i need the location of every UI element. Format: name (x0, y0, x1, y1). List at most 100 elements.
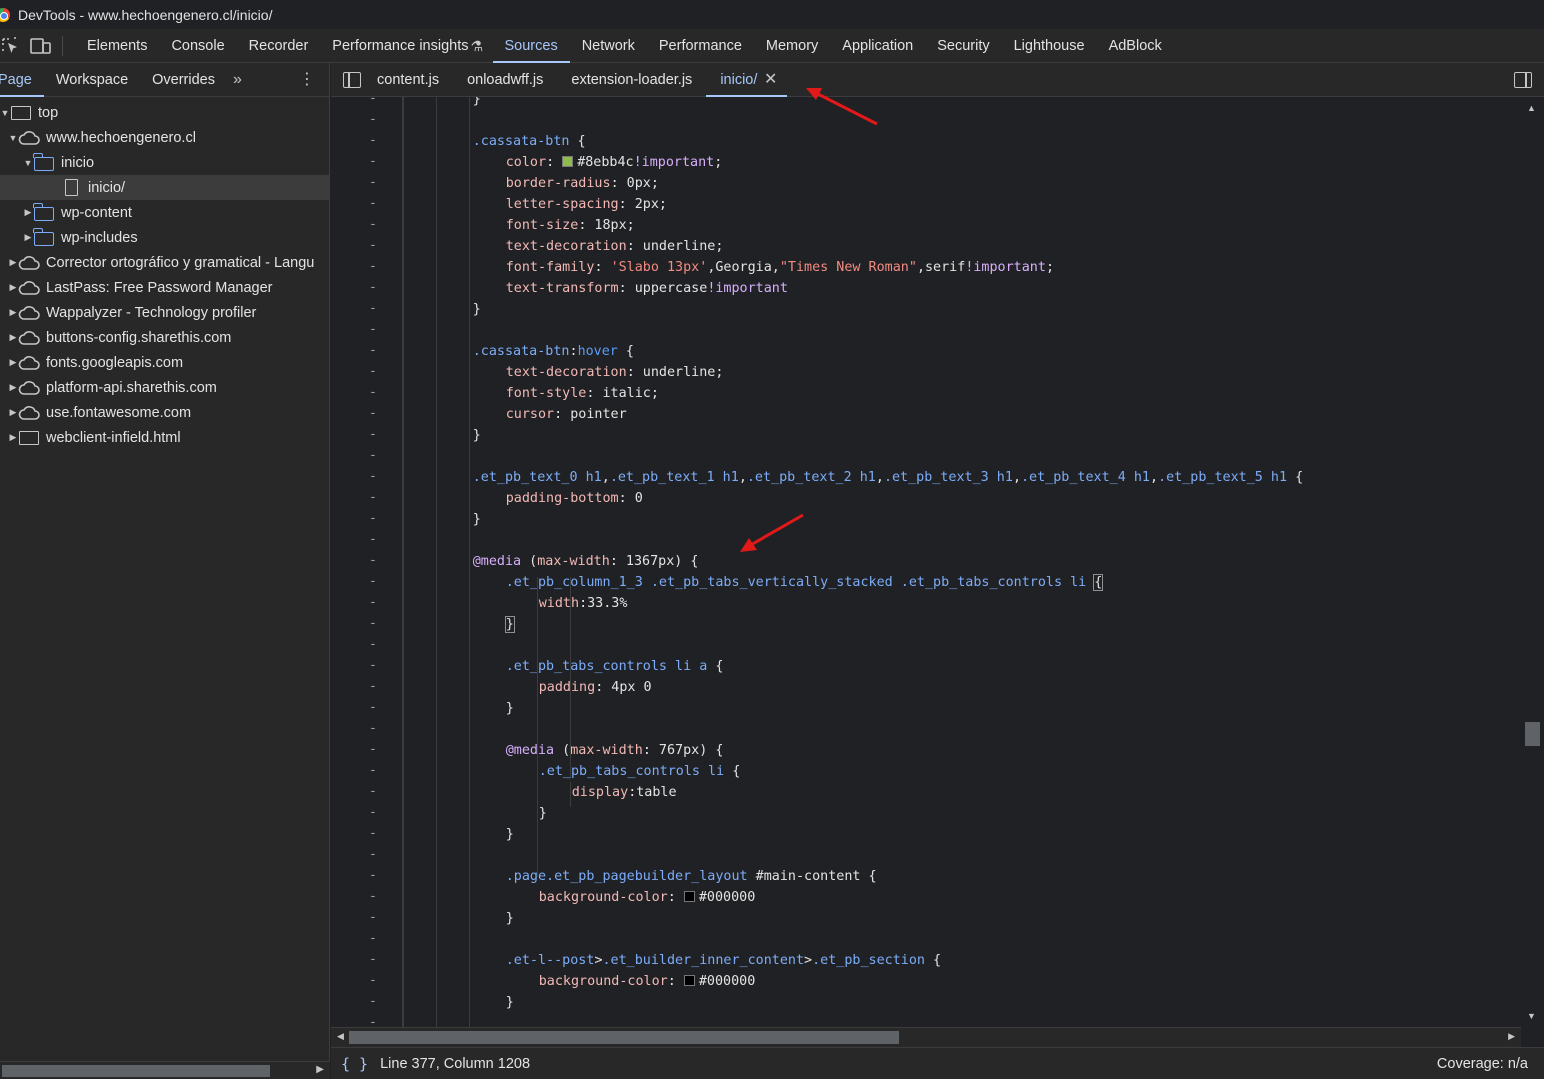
code-token: : (569, 344, 578, 359)
code-token: ( (554, 743, 571, 758)
tree-item-wappalyzer-technology-profiler[interactable]: ▶ Wappalyzer - Technology profiler (0, 300, 330, 325)
tree-item-fonts-googleapis-com[interactable]: ▶ fonts.googleapis.com (0, 350, 330, 375)
editor-tab-extension-loader-js[interactable]: extension-loader.js (557, 63, 706, 97)
tab-performance[interactable]: Performance (647, 29, 754, 63)
tree-item-inicio[interactable]: ▼ inicio (0, 150, 330, 175)
expand-arrow-right-icon[interactable]: ▶ (8, 282, 18, 293)
editor-tab-onloadwff-js[interactable]: onloadwff.js (453, 63, 557, 97)
color-swatch[interactable] (683, 975, 695, 986)
line-marker: - (369, 322, 377, 337)
tab-recorder[interactable]: Recorder (237, 29, 321, 63)
expand-arrow-right-icon[interactable]: ▶ (23, 232, 33, 243)
line-marker: - (369, 994, 377, 1009)
expand-arrow-right-icon[interactable]: ▶ (8, 407, 18, 418)
code-editor[interactable]: - - - - - - - - - - - - - - - - - - - - - - - - - - - - - - - - - - - - - - - -… (331, 97, 1521, 1027)
tree-item-wp-includes[interactable]: ▶ wp-includes (0, 225, 330, 250)
tree-item-label: platform-api.sharethis.com (46, 379, 217, 396)
inspect-element-icon[interactable] (0, 36, 22, 56)
scrollbar-thumb[interactable] (2, 1065, 270, 1077)
toggle-navigator-icon[interactable] (343, 71, 361, 88)
tree-item-platform-api-sharethis-com[interactable]: ▶ platform-api.sharethis.com (0, 375, 330, 400)
code-token: font-size (505, 218, 579, 233)
expand-arrow-right-icon[interactable]: ▶ (8, 257, 18, 268)
code-token: { (924, 953, 942, 968)
expand-arrow-down-icon[interactable]: ▼ (23, 158, 33, 168)
tab-overrides[interactable]: Overrides (140, 63, 227, 97)
pretty-print-braces-icon[interactable]: { } (341, 1055, 368, 1073)
close-icon[interactable]: ✕ (764, 63, 777, 97)
line-marker: - (369, 889, 377, 904)
tree-item-webclient-infield-html[interactable]: ▶ webclient-infield.html (0, 425, 330, 450)
code-line: background-color: #000000 (539, 971, 756, 992)
code-token: #000000 (698, 890, 756, 905)
editor-vertical-scrollbar[interactable]: ▲ ▼ (1521, 97, 1544, 1027)
tab-network[interactable]: Network (570, 29, 647, 63)
tree-item-top[interactable]: ▼ top (0, 100, 330, 125)
toggle-debugger-icon[interactable] (1514, 72, 1532, 88)
scroll-left-icon[interactable]: ◀ (337, 1031, 344, 1042)
code-token: { (1093, 574, 1104, 591)
expand-arrow-right-icon[interactable]: ▶ (8, 307, 18, 318)
code-token: } (505, 827, 514, 842)
line-marker: - (369, 511, 377, 526)
editor-horizontal-scrollbar[interactable]: ◀ ▶ (331, 1027, 1521, 1047)
tab-adblock[interactable]: AdBlock (1097, 29, 1174, 63)
tree-item-www-hechoengenero-cl[interactable]: ▼ www.hechoengenero.cl (0, 125, 330, 150)
tree-item-buttons-config-sharethis-com[interactable]: ▶ buttons-config.sharethis.com (0, 325, 330, 350)
code-line: padding: 4px 0 (539, 677, 652, 698)
tree-item-use-fontawesome-com[interactable]: ▶ use.fontawesome.com (0, 400, 330, 425)
scroll-right-icon[interactable]: ▶ (1508, 1031, 1515, 1042)
tree-item-inicio[interactable]: inicio/ (0, 175, 330, 200)
expand-arrow-right-icon[interactable]: ▶ (8, 332, 18, 343)
expand-arrow-down-icon[interactable]: ▼ (0, 108, 10, 118)
tab-workspace[interactable]: Workspace (44, 63, 140, 97)
tree-item-corrector-ortogr-fico-y-gramatical-langu[interactable]: ▶ Corrector ortográfico y gramatical - La… (0, 250, 330, 275)
line-marker: - (369, 721, 377, 736)
color-swatch[interactable] (683, 891, 695, 902)
line-marker: - (369, 112, 377, 127)
tab-performance-insights[interactable]: Performance insights (320, 29, 494, 63)
tab-elements[interactable]: Elements (75, 29, 159, 63)
tab-console[interactable]: Console (159, 29, 236, 63)
scroll-up-icon[interactable]: ▲ (1527, 103, 1536, 113)
tab-application[interactable]: Application (830, 29, 925, 63)
scroll-right-icon[interactable]: ▶ (316, 1064, 324, 1075)
kebab-menu-icon[interactable]: ⋮ (299, 63, 315, 97)
code-token: #8ebb4c (577, 155, 634, 170)
code-token: .et_pb_text_5 h1 (1158, 470, 1288, 485)
tab-page[interactable]: Page (0, 63, 44, 97)
tab-security[interactable]: Security (925, 29, 1001, 63)
line-marker: - (369, 931, 377, 946)
scrollbar-thumb[interactable] (1525, 722, 1540, 746)
code-line: .et_pb_tabs_controls li { (539, 761, 741, 782)
tree-item-label: Corrector ortográfico y gramatical - Lan… (46, 254, 315, 271)
editor-tab-inicio[interactable]: inicio/ ✕ (706, 63, 788, 97)
tab-sources[interactable]: Sources (492, 29, 570, 63)
tab-memory[interactable]: Memory (754, 29, 830, 63)
code-token: font-style (505, 386, 587, 401)
tab-lighthouse[interactable]: Lighthouse (1002, 29, 1097, 63)
line-marker: - (369, 259, 377, 274)
expand-arrow-right-icon[interactable]: ▶ (8, 357, 18, 368)
navigator-horizontal-scrollbar[interactable]: ▶ (0, 1061, 330, 1079)
tree-item-wp-content[interactable]: ▶ wp-content (0, 200, 330, 225)
code-token: } (505, 911, 514, 926)
expand-arrow-right-icon[interactable]: ▶ (8, 432, 18, 443)
expand-arrow-right-icon[interactable]: ▶ (8, 382, 18, 393)
expand-arrow-down-icon[interactable]: ▼ (8, 133, 18, 143)
code-line: .page.et_pb_pagebuilder_layout #main-con… (506, 866, 877, 887)
code-line: } (506, 698, 514, 719)
code-token: , (1012, 470, 1021, 485)
line-marker: - (369, 364, 377, 379)
code-token: { (617, 344, 634, 359)
editor-tab-content-js[interactable]: content.js (361, 63, 453, 97)
color-swatch[interactable] (562, 156, 574, 167)
scrollbar-thumb[interactable] (349, 1031, 899, 1044)
code-line: .cassata-btn { (473, 131, 586, 152)
more-tabs-chevron-icon[interactable]: » (227, 71, 248, 89)
window-title: DevTools - www.hechoengenero.cl/inicio/ (18, 6, 273, 23)
scroll-down-icon[interactable]: ▼ (1527, 1011, 1536, 1021)
device-toolbar-icon[interactable] (30, 36, 52, 56)
expand-arrow-right-icon[interactable]: ▶ (23, 207, 33, 218)
tree-item-lastpass-free-password-manager[interactable]: ▶ LastPass: Free Password Manager (0, 275, 330, 300)
